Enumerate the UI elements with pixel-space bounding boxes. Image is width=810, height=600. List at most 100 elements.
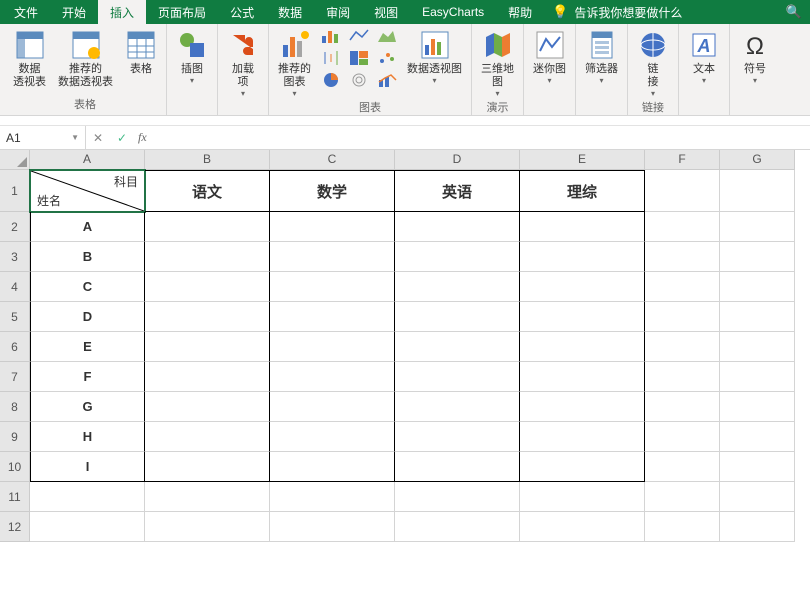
scatter-chart-icon[interactable]: [374, 48, 400, 68]
cell-G4[interactable]: [720, 272, 795, 302]
cell-G7[interactable]: [720, 362, 795, 392]
cell-D3[interactable]: [395, 242, 520, 272]
cell-C8[interactable]: [270, 392, 395, 422]
cell-A11[interactable]: [30, 482, 145, 512]
cell-G12[interactable]: [720, 512, 795, 542]
bar-chart-icon[interactable]: [318, 26, 344, 46]
cell-F8[interactable]: [645, 392, 720, 422]
row-header-5[interactable]: 5: [0, 302, 30, 332]
cell-E4[interactable]: [520, 272, 645, 302]
name-box[interactable]: A1▼: [0, 126, 86, 149]
cell-F5[interactable]: [645, 302, 720, 332]
cancel-formula-button[interactable]: ✕: [86, 131, 110, 145]
cell-G10[interactable]: [720, 452, 795, 482]
col-header-D[interactable]: D: [395, 150, 520, 170]
cell-G9[interactable]: [720, 422, 795, 452]
cell-F1[interactable]: [645, 170, 720, 212]
cell-C3[interactable]: [270, 242, 395, 272]
cell-E2[interactable]: [520, 212, 645, 242]
sparklines-button[interactable]: 迷你图: [528, 26, 571, 89]
pivot-table-button[interactable]: 数据 透视表: [8, 26, 51, 92]
combo-chart-icon[interactable]: [374, 70, 400, 90]
cell-C2[interactable]: [270, 212, 395, 242]
pie-chart-icon[interactable]: [318, 70, 344, 90]
3d-map-button[interactable]: 三维地 图: [476, 26, 519, 102]
cell-B1[interactable]: 语文: [145, 170, 270, 212]
cell-A2[interactable]: A: [30, 212, 145, 242]
link-button[interactable]: 链 接: [632, 26, 674, 102]
cell-D8[interactable]: [395, 392, 520, 422]
cell-A7[interactable]: F: [30, 362, 145, 392]
cell-G3[interactable]: [720, 242, 795, 272]
cell-D7[interactable]: [395, 362, 520, 392]
cell-E7[interactable]: [520, 362, 645, 392]
cell-E6[interactable]: [520, 332, 645, 362]
cell-A10[interactable]: I: [30, 452, 145, 482]
cell-D6[interactable]: [395, 332, 520, 362]
row-header-6[interactable]: 6: [0, 332, 30, 362]
col-header-F[interactable]: F: [645, 150, 720, 170]
cell-D12[interactable]: [395, 512, 520, 542]
cell-B12[interactable]: [145, 512, 270, 542]
row-header-11[interactable]: 11: [0, 482, 30, 512]
stock-chart-icon[interactable]: [318, 48, 344, 68]
cell-D11[interactable]: [395, 482, 520, 512]
cell-A3[interactable]: B: [30, 242, 145, 272]
cell-C11[interactable]: [270, 482, 395, 512]
area-chart-icon[interactable]: [374, 26, 400, 46]
row-header-4[interactable]: 4: [0, 272, 30, 302]
cell-C9[interactable]: [270, 422, 395, 452]
addins-button[interactable]: 加载 项: [222, 26, 264, 102]
cell-C12[interactable]: [270, 512, 395, 542]
tab-review[interactable]: 审阅: [314, 0, 362, 24]
cell-E10[interactable]: [520, 452, 645, 482]
cell-F4[interactable]: [645, 272, 720, 302]
tab-home[interactable]: 开始: [50, 0, 98, 24]
hierarchy-chart-icon[interactable]: [346, 48, 372, 68]
cell-B6[interactable]: [145, 332, 270, 362]
cell-B2[interactable]: [145, 212, 270, 242]
row-header-12[interactable]: 12: [0, 512, 30, 542]
cell-B8[interactable]: [145, 392, 270, 422]
cell-C7[interactable]: [270, 362, 395, 392]
text-button[interactable]: A 文本: [683, 26, 725, 89]
row-header-1[interactable]: 1: [0, 170, 30, 212]
cell-D9[interactable]: [395, 422, 520, 452]
cell-C4[interactable]: [270, 272, 395, 302]
tab-page-layout[interactable]: 页面布局: [146, 0, 218, 24]
tab-easycharts[interactable]: EasyCharts: [410, 0, 496, 24]
cell-G5[interactable]: [720, 302, 795, 332]
cell-E5[interactable]: [520, 302, 645, 332]
cell-C1[interactable]: 数学: [270, 170, 395, 212]
accept-formula-button[interactable]: ✓: [110, 131, 134, 145]
cell-D5[interactable]: [395, 302, 520, 332]
cell-G6[interactable]: [720, 332, 795, 362]
row-header-9[interactable]: 9: [0, 422, 30, 452]
cell-A6[interactable]: E: [30, 332, 145, 362]
cell-D1[interactable]: 英语: [395, 170, 520, 212]
cell-B7[interactable]: [145, 362, 270, 392]
cell-A8[interactable]: G: [30, 392, 145, 422]
tab-help[interactable]: 帮助: [496, 0, 544, 24]
pivot-chart-button[interactable]: 数据透视图: [402, 26, 467, 89]
illustrations-button[interactable]: 插图: [171, 26, 213, 89]
select-all-corner[interactable]: [0, 150, 30, 170]
cell-F11[interactable]: [645, 482, 720, 512]
tell-me-search[interactable]: 💡 告诉我你想要做什么: [552, 0, 682, 24]
tab-data[interactable]: 数据: [266, 0, 314, 24]
radar-chart-icon[interactable]: [346, 70, 372, 90]
col-header-G[interactable]: G: [720, 150, 795, 170]
cell-A1[interactable]: 科目 姓名: [30, 170, 145, 212]
line-chart-icon[interactable]: [346, 26, 372, 46]
col-header-B[interactable]: B: [145, 150, 270, 170]
cell-E1[interactable]: 理综: [520, 170, 645, 212]
cell-B4[interactable]: [145, 272, 270, 302]
tab-view[interactable]: 视图: [362, 0, 410, 24]
cell-F2[interactable]: [645, 212, 720, 242]
cell-D10[interactable]: [395, 452, 520, 482]
cell-A4[interactable]: C: [30, 272, 145, 302]
cell-A9[interactable]: H: [30, 422, 145, 452]
row-header-3[interactable]: 3: [0, 242, 30, 272]
col-header-A[interactable]: A: [30, 150, 145, 170]
cell-E12[interactable]: [520, 512, 645, 542]
